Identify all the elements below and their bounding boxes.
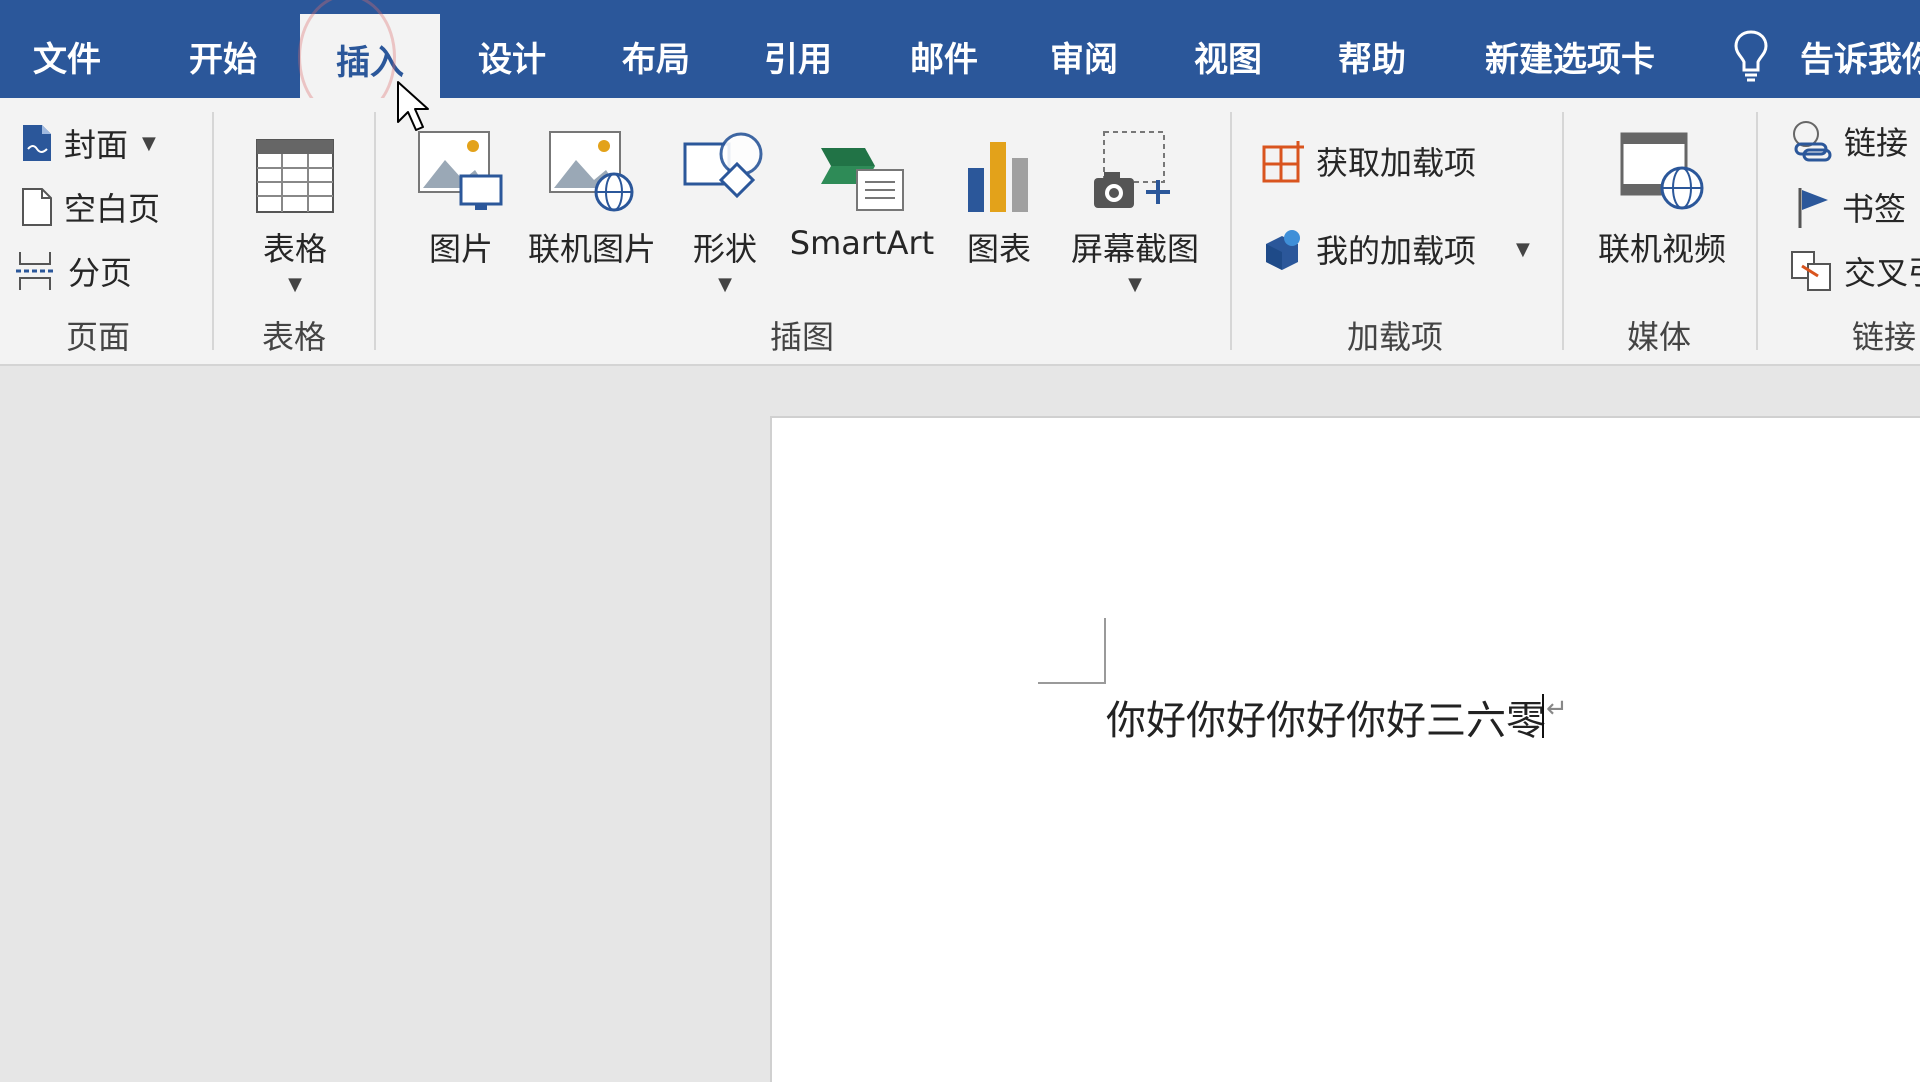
flag-icon bbox=[1798, 188, 1828, 228]
chevron-down-icon: ▼ bbox=[718, 274, 732, 295]
get-addins-button[interactable]: 获取加载项 bbox=[1262, 138, 1476, 184]
smartart-icon bbox=[821, 148, 904, 211]
group-label-links: 链接 bbox=[1852, 318, 1917, 356]
group-label-addins: 加载项 bbox=[1346, 318, 1443, 356]
link-button[interactable]: 链接 bbox=[1790, 118, 1908, 164]
margin-corner-mark bbox=[1104, 618, 1106, 684]
cover-page-button[interactable]: 封面 ▼ bbox=[20, 120, 156, 166]
group-label-illustrations: 插图 bbox=[769, 318, 834, 356]
chart-icon bbox=[968, 142, 1028, 212]
shapes-button[interactable]: 形状 ▼ bbox=[680, 114, 770, 296]
online-picture-icon bbox=[549, 131, 634, 212]
tab-help[interactable]: 帮助 bbox=[1304, 14, 1440, 98]
text-cursor bbox=[1542, 694, 1544, 738]
screenshot-button[interactable]: 屏幕截图 ▼ bbox=[1060, 114, 1210, 296]
online-video-button[interactable]: 联机视频 bbox=[1582, 114, 1742, 270]
group-label-tables: 表格 bbox=[261, 318, 326, 356]
store-icon bbox=[1262, 141, 1304, 183]
smartart-button[interactable]: SmartArt bbox=[788, 114, 936, 262]
tell-me-search[interactable]: 告诉我你 bbox=[1800, 14, 1920, 98]
ribbon-insert: 封面 ▼ 空白页 分页 页面 表格 ▼ 表格 图片 联机图片 形状 ▼ Smar… bbox=[0, 98, 1920, 366]
picture-icon bbox=[418, 131, 503, 210]
tab-home[interactable]: 开始 bbox=[150, 14, 296, 98]
paragraph-mark-icon: ↵ bbox=[1546, 694, 1568, 724]
mouse-pointer-icon bbox=[397, 81, 429, 131]
online-picture-button[interactable]: 联机图片 bbox=[524, 114, 660, 270]
lightbulb-icon[interactable] bbox=[1733, 28, 1769, 84]
page-break-icon bbox=[16, 252, 56, 290]
table-button[interactable]: 表格 ▼ bbox=[250, 114, 340, 296]
tab-file[interactable]: 文件 bbox=[0, 14, 134, 98]
blank-page-button[interactable]: 空白页 bbox=[20, 184, 160, 230]
group-label-media: 媒体 bbox=[1626, 318, 1691, 356]
bookmark-button[interactable]: 书签 bbox=[1796, 184, 1906, 230]
tab-review[interactable]: 审阅 bbox=[1016, 14, 1152, 98]
online-video-icon bbox=[1620, 132, 1704, 210]
cross-reference-button[interactable]: 交叉引 bbox=[1790, 248, 1920, 294]
chevron-down-icon: ▼ bbox=[142, 132, 156, 154]
my-addins-button[interactable]: 我的加载项 ▼ bbox=[1264, 226, 1530, 272]
group-label-pages: 页面 bbox=[65, 318, 130, 356]
tab-view[interactable]: 视图 bbox=[1160, 14, 1296, 98]
picture-button[interactable]: 图片 bbox=[416, 114, 506, 270]
puzzle-icon bbox=[1266, 230, 1300, 270]
chevron-down-icon: ▼ bbox=[1516, 238, 1530, 260]
document-text[interactable]: 你好你好你好你好三六零 bbox=[1106, 688, 1546, 746]
page-break-button[interactable]: 分页 bbox=[14, 248, 132, 294]
tab-layout[interactable]: 布局 bbox=[588, 14, 724, 98]
table-icon bbox=[256, 139, 334, 213]
margin-corner-mark bbox=[1038, 682, 1106, 684]
tab-references[interactable]: 引用 bbox=[730, 14, 866, 98]
screenshot-icon bbox=[1094, 131, 1170, 208]
tab-mailings[interactable]: 邮件 bbox=[876, 14, 1012, 98]
tab-new-tab[interactable]: 新建选项卡 bbox=[1460, 14, 1680, 98]
chart-button[interactable]: 图表 bbox=[954, 114, 1044, 270]
cover-page-icon bbox=[23, 125, 51, 161]
tab-design[interactable]: 设计 bbox=[444, 14, 580, 98]
document-page[interactable] bbox=[770, 416, 1920, 1082]
chevron-down-icon: ▼ bbox=[288, 274, 302, 295]
shapes-icon bbox=[683, 132, 763, 199]
group-separator bbox=[1756, 112, 1758, 350]
link-icon bbox=[1793, 121, 1832, 162]
chevron-down-icon: ▼ bbox=[1128, 274, 1142, 295]
ribbon-tab-bar: 文件 开始 插入 设计 布局 引用 邮件 审阅 视图 帮助 新建选项卡 告诉我你 bbox=[0, 0, 1920, 104]
cross-reference-icon bbox=[1791, 251, 1831, 291]
blank-page-icon bbox=[22, 188, 52, 226]
